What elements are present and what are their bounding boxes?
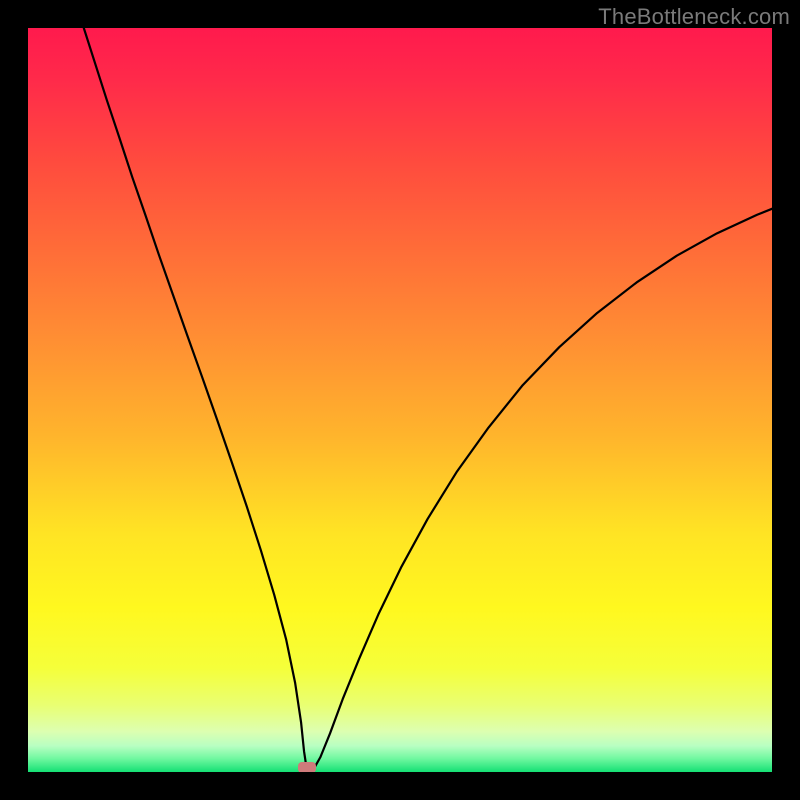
chart-canvas [28,28,772,772]
watermark-text: TheBottleneck.com [598,4,790,30]
gradient-background [28,28,772,772]
plot-area [28,28,772,772]
minimum-marker [298,762,316,772]
chart-frame: TheBottleneck.com [0,0,800,800]
